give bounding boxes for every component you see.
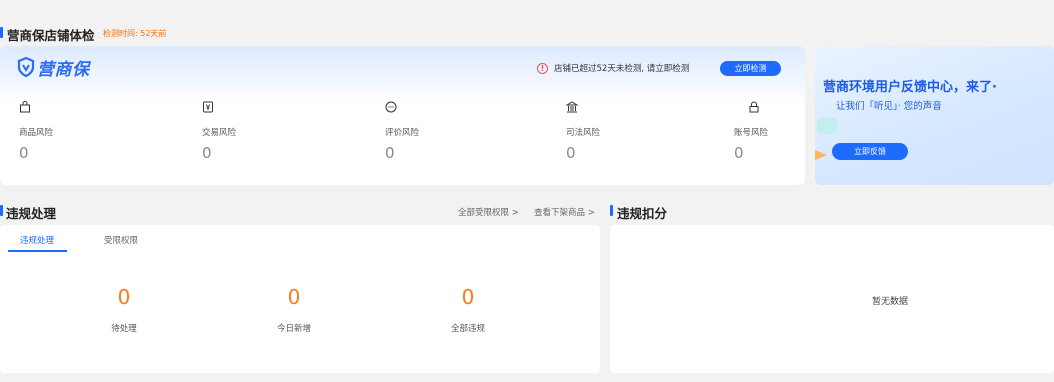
- stat-today-label: 今日新增: [276, 324, 311, 334]
- score-card: 暂无数据: [610, 225, 1054, 373]
- risk-label: 商品风险: [19, 128, 54, 138]
- all-restrictions-link[interactable]: 全部受限权限 >: [458, 206, 519, 218]
- stat-pending-value[interactable]: 0: [104, 285, 144, 309]
- store-check-card: 营商保 ! 店铺已超过52天未检测, 请立即检测 立即检测 商品风险 0 交易风…: [0, 46, 805, 185]
- tab-violation-handling[interactable]: 违规处理: [20, 234, 54, 246]
- comment-icon: [385, 101, 397, 113]
- risk-label: 评价风险: [385, 128, 420, 138]
- risk-label: 交易风险: [202, 128, 237, 138]
- tab-restricted-permissions[interactable]: 受限权限: [104, 234, 138, 246]
- view-removed-products-link[interactable]: 查看下架商品 >: [534, 206, 595, 218]
- check-now-button[interactable]: 立即检测: [720, 61, 781, 76]
- brand-logo: 营商保: [17, 56, 90, 80]
- section-marker: [0, 205, 3, 216]
- stat-all-value[interactable]: 0: [448, 285, 488, 309]
- brand-logo-text: 营商保: [37, 59, 90, 80]
- risk-value: 0: [734, 144, 744, 162]
- risk-item-trade[interactable]: 交易风险 0: [202, 98, 302, 162]
- check-time-label: 检测时间: 52天前: [103, 29, 167, 38]
- risk-item-product[interactable]: 商品风险 0: [19, 98, 119, 162]
- violation-section-title: 违规处理: [6, 206, 57, 221]
- risk-label: 司法风险: [566, 128, 601, 138]
- decorative-arrow: [815, 150, 827, 160]
- promo-subtitle: 让我们「听见」· 您的声音: [836, 101, 942, 112]
- warning-circle-icon: !: [537, 62, 548, 74]
- risk-label: 账号风险: [734, 128, 769, 138]
- stat-today-value[interactable]: 0: [274, 285, 314, 309]
- risk-value: 0: [385, 144, 395, 162]
- risk-value: 0: [202, 144, 212, 162]
- section-marker: [0, 27, 3, 38]
- risk-item-review[interactable]: 评价风险 0: [385, 98, 485, 162]
- decorative-shape: [817, 118, 837, 134]
- risk-item-account[interactable]: 账号风险 0: [734, 98, 805, 162]
- page-title: 营商保店铺体检: [7, 28, 95, 43]
- stat-pending-label: 待处理: [111, 324, 137, 334]
- risk-item-judicial[interactable]: 司法风险 0: [565, 98, 666, 162]
- promo-title: 营商环境用户反馈中心，来了·: [823, 80, 997, 95]
- feedback-now-button[interactable]: 立即反馈: [832, 143, 908, 160]
- risk-value: 0: [566, 144, 576, 162]
- score-section-title: 违规扣分: [617, 206, 668, 221]
- violation-card: 违规处理 受限权限 0 待处理 0 今日新增 0 全部违规: [0, 225, 600, 373]
- bag-icon: [20, 101, 30, 113]
- lock-icon: [749, 101, 759, 113]
- risk-value: 0: [19, 144, 29, 162]
- alert-text: 店铺已超过52天未检测, 请立即检测: [554, 64, 690, 74]
- shield-logo-icon: [17, 57, 35, 77]
- yen-receipt-icon: [203, 101, 213, 113]
- section-marker: [610, 205, 613, 216]
- empty-state-text: 暂无数据: [872, 297, 909, 307]
- stat-all-label: 全部违规: [450, 324, 485, 334]
- alert-message: ! 店铺已超过52天未检测, 请立即检测: [537, 62, 689, 74]
- active-tab-indicator: [8, 250, 67, 252]
- feedback-promo-banner[interactable]: 营商环境用户反馈中心，来了· 让我们「听见」· 您的声音 立即反馈: [815, 46, 1054, 185]
- court-icon: [565, 101, 579, 113]
